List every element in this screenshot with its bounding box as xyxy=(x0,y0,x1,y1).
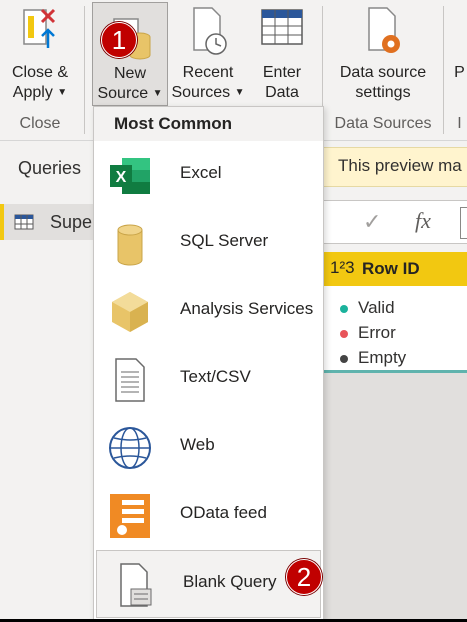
blank-query-icon xyxy=(109,561,157,609)
partial-ribbon-label: P xyxy=(454,64,465,81)
group-label-data-sources: Data Sources xyxy=(334,115,432,132)
new-source-menu: Most Common X Excel SQL Server Analysis … xyxy=(93,106,324,622)
number-type-icon[interactable]: 1²3 xyxy=(330,258,355,278)
commit-check-icon[interactable]: ✓ xyxy=(363,209,381,235)
menu-item-label: Excel xyxy=(180,163,222,182)
quality-error: Error xyxy=(340,323,396,343)
fx-icon[interactable]: fx xyxy=(415,208,431,234)
menu-item-excel[interactable]: X Excel xyxy=(94,142,323,208)
data-source-settings-label-2: settings xyxy=(355,84,411,101)
menu-section-header: Most Common xyxy=(94,107,323,141)
chevron-down-icon: ▼ xyxy=(152,88,163,99)
menu-item-analysis-services[interactable]: Analysis Services xyxy=(94,278,323,344)
quality-valid: Valid xyxy=(340,298,395,318)
column-quality: Valid Error Empty xyxy=(322,286,467,373)
recent-sources-label-2: Sources xyxy=(171,84,231,102)
recent-sources-icon xyxy=(186,6,230,62)
partial-ribbon-button[interactable]: P xyxy=(452,0,467,108)
menu-item-sql-server[interactable]: SQL Server xyxy=(94,210,323,276)
table-icon xyxy=(260,6,304,54)
new-source-label-1: New xyxy=(113,65,146,82)
new-source-label-2: Source xyxy=(97,85,149,103)
enter-data-label-1: Enter xyxy=(262,64,302,81)
preview-banner: This preview ma xyxy=(322,147,467,187)
chevron-down-icon: ▼ xyxy=(57,87,68,98)
column-header-row-id[interactable]: 1²3 Row ID xyxy=(322,252,467,286)
database-icon xyxy=(106,220,154,268)
close-apply-label-1: Close & xyxy=(11,64,69,81)
recent-sources-button[interactable]: Recent Sources ▼ xyxy=(170,0,246,108)
menu-item-label: Text/CSV xyxy=(180,367,251,386)
formula-input[interactable] xyxy=(460,207,467,239)
settings-gear-icon xyxy=(361,6,405,62)
odata-icon xyxy=(106,492,154,540)
menu-item-label: Web xyxy=(180,435,215,454)
menu-item-label: Blank Query xyxy=(183,572,277,591)
quality-empty-label: Empty xyxy=(358,348,407,367)
step-badge-1: 1 xyxy=(101,22,137,58)
recent-sources-label-1: Recent xyxy=(182,64,234,81)
data-grid: 1²3 Row ID Valid Error Empty xyxy=(322,252,467,622)
query-item-label: Supe xyxy=(50,212,93,232)
enter-data-label-2: Data xyxy=(265,84,299,101)
svg-text:X: X xyxy=(116,169,127,186)
query-list-item[interactable]: Supe xyxy=(0,204,96,240)
quality-error-label: Error xyxy=(358,323,396,342)
separator xyxy=(443,6,444,134)
close-apply-label-2: Apply xyxy=(12,84,53,102)
close-apply-button[interactable]: Close & Apply ▼ xyxy=(0,0,80,108)
enter-data-button[interactable]: Enter Data xyxy=(250,0,314,108)
close-apply-icon xyxy=(20,6,60,60)
step-badge-2: 2 xyxy=(286,559,322,595)
data-source-settings-button[interactable]: Data source settings xyxy=(328,0,438,108)
menu-item-label: OData feed xyxy=(180,503,267,522)
cube-icon xyxy=(106,288,154,336)
separator xyxy=(84,6,85,134)
queries-pane-title: Queries xyxy=(18,158,82,178)
preview-banner-text: This preview ma xyxy=(338,156,462,175)
menu-item-label: Analysis Services xyxy=(180,299,314,318)
formula-bar: ✓ fx xyxy=(322,200,467,244)
menu-item-web[interactable]: Web xyxy=(94,414,323,480)
chevron-down-icon: ▼ xyxy=(234,87,245,98)
menu-item-text-csv[interactable]: Text/CSV xyxy=(94,346,323,412)
group-label-close: Close xyxy=(19,115,61,132)
data-source-settings-label-1: Data source xyxy=(339,64,427,81)
excel-icon: X xyxy=(106,152,154,200)
valid-dot-icon xyxy=(340,304,348,313)
table-icon xyxy=(14,214,34,230)
column-header-label: Row ID xyxy=(362,259,420,278)
globe-icon xyxy=(106,424,154,472)
empty-dot-icon xyxy=(340,354,348,363)
quality-valid-label: Valid xyxy=(358,298,395,317)
group-label-partial: I xyxy=(457,115,462,132)
error-dot-icon xyxy=(340,329,348,338)
menu-header-label: Most Common xyxy=(114,114,233,133)
quality-empty: Empty xyxy=(340,348,406,368)
document-icon xyxy=(106,356,154,404)
menu-item-odata-feed[interactable]: OData feed xyxy=(94,482,323,548)
menu-item-label: SQL Server xyxy=(180,231,269,250)
